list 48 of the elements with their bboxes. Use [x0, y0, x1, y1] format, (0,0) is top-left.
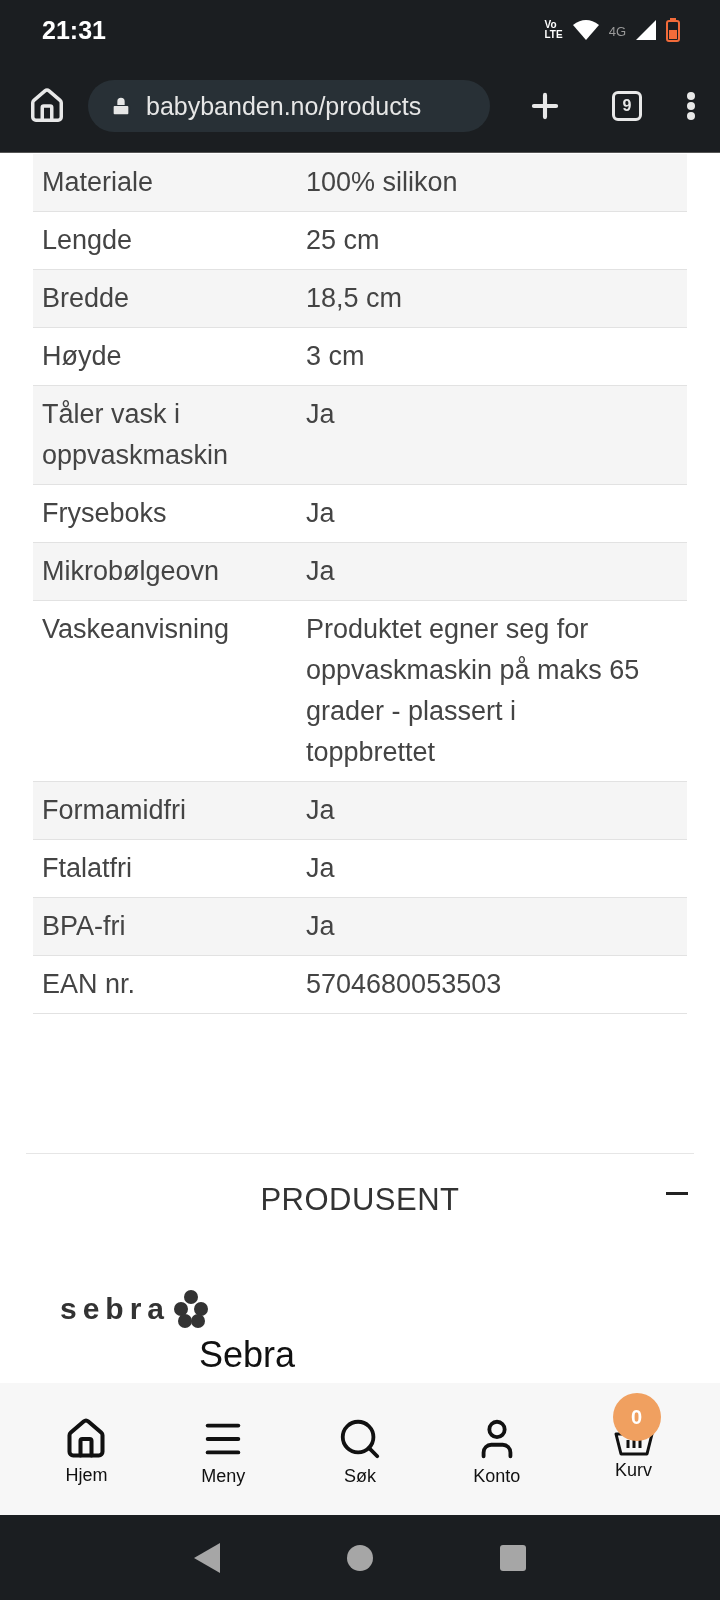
nav-item[interactable]: Hjem [18, 1383, 155, 1515]
spec-label: Materiale [41, 166, 155, 199]
brand-logo: sebra [60, 1286, 228, 1332]
spec-label: BPA-fri [41, 910, 127, 943]
spec-label: Vaskeanvisning [41, 613, 231, 646]
spec-value: Ja [305, 852, 336, 885]
tab-switcher-button[interactable]: 9 [612, 91, 642, 121]
recents-icon[interactable] [500, 1544, 527, 1571]
cart-count-badge: 0 [612, 1393, 661, 1441]
spec-label: Lengde [41, 224, 134, 257]
section-heading: PRODUSENT [260, 1182, 460, 1218]
nav-item[interactable]: Kurv 0 [565, 1383, 702, 1515]
spec-value: Ja [305, 555, 336, 588]
back-icon[interactable] [193, 1542, 220, 1573]
brand-name: Sebra [199, 1334, 297, 1376]
more-icon [686, 91, 696, 121]
collapse-button[interactable] [666, 1192, 688, 1196]
spec-label: Tåler vask i oppvaskmaskin [41, 398, 230, 472]
spec-label: Bredde [41, 282, 131, 315]
address-bar[interactable]: babybanden.no/products [88, 80, 490, 132]
nav-item[interactable]: Konto [428, 1383, 566, 1515]
battery-icon [666, 18, 680, 42]
spec-value: Ja [305, 910, 336, 943]
network-type: 4G [608, 24, 626, 39]
signal-icon [636, 20, 656, 40]
spec-label: Fryseboks [41, 497, 168, 530]
spec-value: 3 cm [305, 340, 366, 373]
spec-value: 18,5 cm [305, 282, 404, 315]
nav-item[interactable]: Søk [291, 1383, 429, 1515]
spec-value: Ja [305, 794, 336, 827]
spec-label: Ftalatfri [41, 852, 134, 885]
spec-value: Ja [305, 398, 336, 431]
wifi-icon [572, 20, 599, 40]
spec-value: 25 cm [305, 224, 381, 257]
spec-value: Produktet egner seg for oppvaskmaskin på maks 65 grader - plassert i toppbrettet [305, 613, 641, 769]
volte-indicator: Vo LTE [544, 20, 563, 40]
spec-label: Høyde [41, 340, 123, 373]
spec-value: 100% silikon [305, 166, 459, 199]
home-icon [28, 87, 66, 125]
spec-value: 5704680053503 [305, 968, 503, 1001]
home-circle-icon[interactable] [347, 1544, 373, 1571]
status-time: 21:31 [42, 15, 107, 45]
lock-icon [110, 95, 132, 117]
spec-label: Mikrobølgeovn [41, 555, 221, 588]
spec-label: Formamidfri [41, 794, 187, 827]
nav-item[interactable]: Meny [154, 1383, 292, 1515]
spec-value: Ja [305, 497, 336, 530]
spec-label: EAN nr. [41, 968, 137, 1001]
